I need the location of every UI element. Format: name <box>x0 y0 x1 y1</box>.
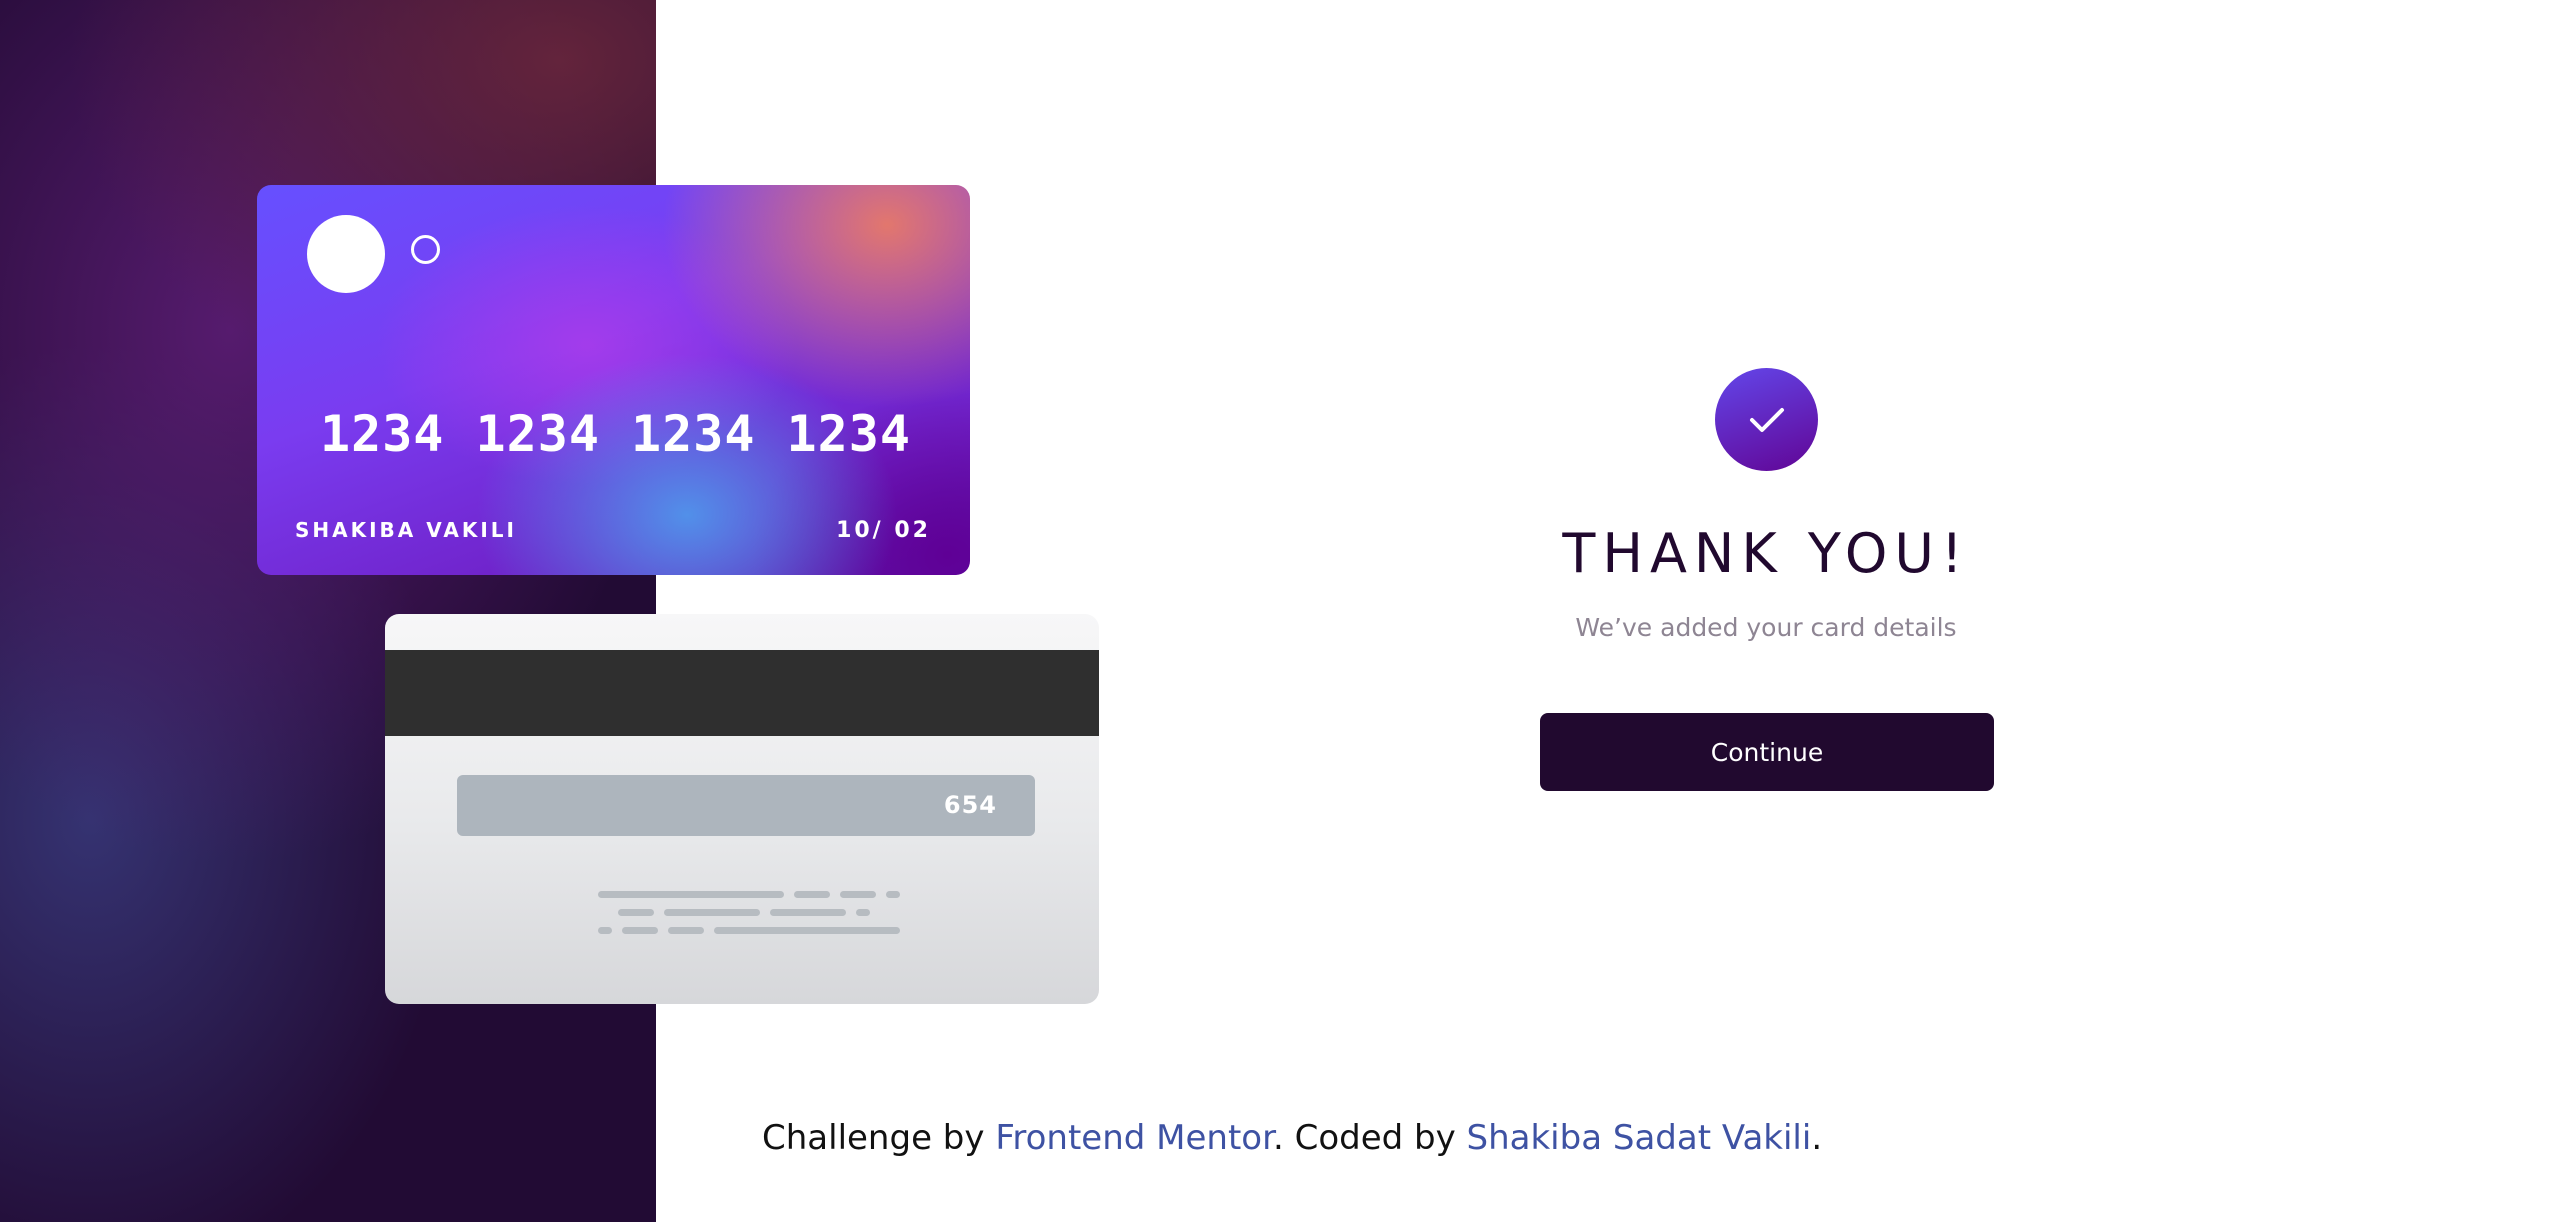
card-logo-outline-circle <box>411 235 440 264</box>
continue-button[interactable]: Continue <box>1540 713 1994 791</box>
cardholder-name-display: SHAKIBA VAKILI <box>295 518 517 542</box>
attribution-middle: . Coded by <box>1272 1118 1467 1158</box>
attribution-footer: Challenge by Frontend Mentor. Coded by S… <box>762 1118 1822 1158</box>
card-back-decoration-line <box>618 909 870 916</box>
card-number-display: 1234 1234 1234 1234 <box>320 405 911 463</box>
background-gradient-panel <box>0 0 656 1222</box>
author-link[interactable]: Shakiba Sadat Vakili <box>1467 1118 1812 1158</box>
attribution-suffix: . <box>1811 1118 1823 1158</box>
attribution-prefix: Challenge by <box>762 1118 996 1158</box>
confirmation-message: We’ve added your card details <box>1575 613 1957 642</box>
card-back: 654 <box>385 614 1099 1004</box>
frontend-mentor-link[interactable]: Frontend Mentor <box>995 1118 1273 1158</box>
checkmark-icon <box>1715 368 1818 471</box>
card-back-decoration-line <box>598 927 900 934</box>
thank-you-heading: THANK YOU! <box>1562 522 1970 585</box>
card-logo-filled-circle <box>307 215 385 293</box>
card-front: 1234 1234 1234 1234 SHAKIBA VAKILI 10/ 0… <box>257 185 970 575</box>
cvc-display: 654 <box>943 791 997 819</box>
card-back-decoration-line <box>598 891 900 898</box>
magnetic-stripe <box>385 650 1099 736</box>
card-expiry-display: 10/ 02 <box>836 518 931 543</box>
cvc-strip: 654 <box>457 775 1035 836</box>
